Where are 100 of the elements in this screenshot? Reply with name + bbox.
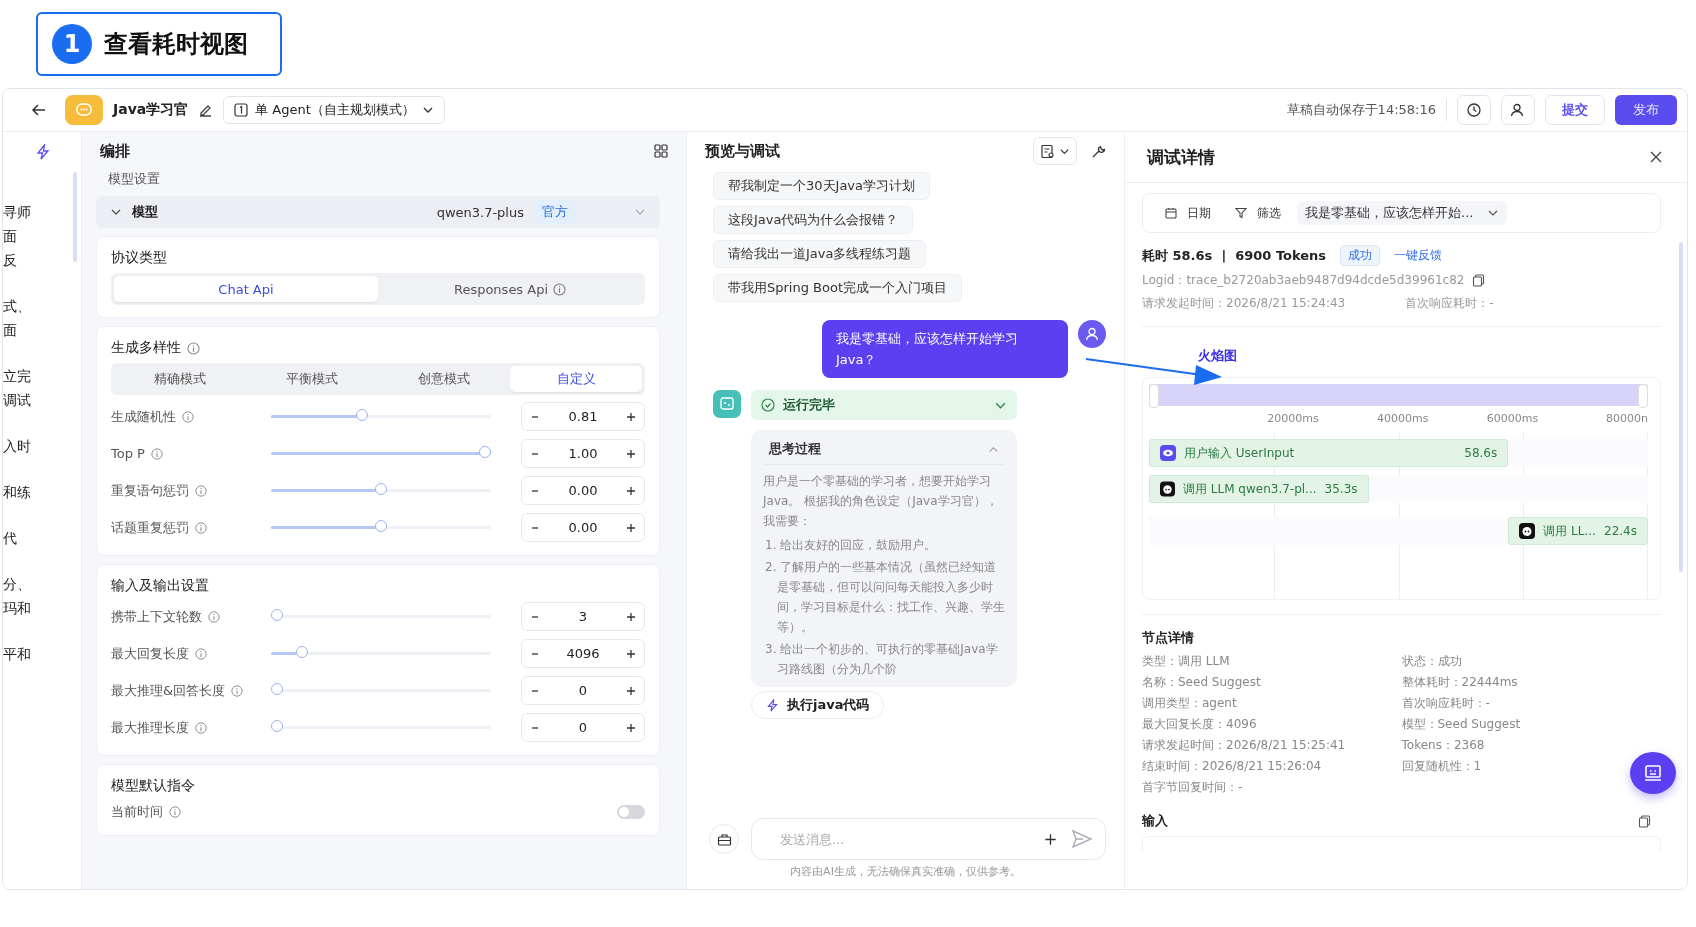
plus-icon[interactable] xyxy=(626,411,636,422)
sidebar-text: 分、 xyxy=(3,575,31,594)
number-stepper[interactable]: 0 xyxy=(521,676,645,705)
slider-label: 最大回复长度 xyxy=(111,644,189,663)
mode-tab[interactable]: 自定义 xyxy=(510,366,642,392)
detail-text: 首字节回复时间：- xyxy=(1142,779,1243,796)
autosave-text: 草稿自动保存于14:58:16 xyxy=(1286,101,1436,119)
slider-thumb[interactable] xyxy=(271,683,283,695)
suggestion-chip[interactable]: 带我用Spring Boot完成一个入门项目 xyxy=(713,274,962,302)
plus-icon[interactable] xyxy=(626,611,636,622)
slider-label: 话题重复惩罚 xyxy=(111,518,189,537)
toolbox-icon xyxy=(716,831,732,847)
mode-tab[interactable]: 平衡模式 xyxy=(246,366,378,392)
run-code-button[interactable]: 执行java代码 xyxy=(751,691,885,719)
sidebar-text: 代 xyxy=(3,529,18,548)
mode-tab[interactable]: 创意模式 xyxy=(378,366,510,392)
publish-button[interactable]: 发布 xyxy=(1615,95,1677,125)
detail-text: 整体耗时：22444ms xyxy=(1401,674,1518,691)
slider-thumb[interactable] xyxy=(295,646,308,658)
disclaimer-text: 内容由AI生成，无法确保真实准确，仅供参考。 xyxy=(789,864,1022,879)
number-stepper[interactable]: 0.81 xyxy=(521,402,645,431)
status-badge: 成功 xyxy=(1340,245,1381,266)
calendar-icon xyxy=(1165,207,1177,219)
range-handle[interactable] xyxy=(1638,384,1648,408)
info-icon xyxy=(195,521,207,534)
model-selector[interactable]: 模型 qwen3.7-plus 官方 xyxy=(96,196,660,228)
number-stepper[interactable]: 0.00 xyxy=(521,476,645,505)
view-dropdown-button[interactable] xyxy=(1033,137,1077,165)
close-icon[interactable] xyxy=(1649,150,1663,164)
toggle-switch[interactable] xyxy=(617,805,645,819)
feedback-link[interactable]: 一键反馈 xyxy=(1394,247,1443,264)
info-icon xyxy=(208,610,220,623)
slider-thumb[interactable] xyxy=(375,520,387,532)
toggle-label: 当前时间 xyxy=(111,803,163,821)
number-stepper[interactable]: 3 xyxy=(521,602,645,631)
slider-thumb[interactable] xyxy=(375,483,387,495)
sidebar-text: 立完 xyxy=(3,367,31,386)
flame-graph-tab[interactable]: 火焰图 xyxy=(1198,347,1237,365)
copy-icon[interactable] xyxy=(1472,274,1486,287)
slider-thumb[interactable] xyxy=(271,609,283,621)
plus-icon[interactable] xyxy=(626,485,636,496)
mode-selector[interactable]: 单 Agent（自主规划模式） xyxy=(223,96,445,124)
axis-label: 60000ms xyxy=(1485,411,1539,427)
lightning-icon[interactable] xyxy=(35,144,51,160)
logid-text: Logid：trace_b2720ab3aeb9487d94dcde5d39961c82 xyxy=(1142,272,1465,289)
slider-label: Top P xyxy=(111,446,145,461)
detail-text: 模型：Seed Suggest xyxy=(1401,716,1521,733)
filter-button[interactable]: 筛选 xyxy=(1227,204,1289,222)
thinking-header[interactable]: 思考过程 xyxy=(763,436,1005,465)
flame-span[interactable]: 调用 LL... 22.4s xyxy=(1508,517,1648,545)
user-settings-button[interactable] xyxy=(1501,95,1535,125)
message-text-input[interactable]: 发送消息... xyxy=(778,830,1030,848)
info-icon xyxy=(150,447,163,460)
plus-icon[interactable] xyxy=(1044,832,1057,846)
callout-title: 查看耗时视图 xyxy=(104,29,248,60)
mode-tab[interactable]: 精确模式 xyxy=(114,366,246,392)
submit-button[interactable]: 提交 xyxy=(1545,95,1605,125)
range-handle[interactable] xyxy=(1149,384,1159,408)
detail-text: 类型：调用 LLM xyxy=(1142,653,1230,670)
detail-text: 调用类型：agent xyxy=(1142,695,1237,712)
message-input[interactable]: 发送消息... xyxy=(751,818,1106,860)
slider-label: 最大推理长度 xyxy=(111,718,189,737)
flame-span[interactable]: 调用 LLM qwen3.7-pl... 35.3s xyxy=(1149,475,1369,503)
slider-thumb[interactable] xyxy=(271,720,283,732)
number-stepper[interactable]: 1.00 xyxy=(521,439,645,468)
flame-span[interactable]: 用户输入 UserInput 58.6s xyxy=(1149,439,1509,467)
slider-thumb[interactable] xyxy=(479,446,491,458)
suggestion-chip[interactable]: 帮我制定一个30天Java学习计划 xyxy=(713,172,930,200)
info-icon xyxy=(169,806,181,818)
plus-icon[interactable] xyxy=(626,648,636,659)
number-stepper[interactable]: 4096 xyxy=(521,639,645,668)
sidebar-text: 式、 xyxy=(3,297,31,316)
meta-text: 请求发起时间：2026/8/21 15:24:43 xyxy=(1142,295,1346,312)
section-title: 节点详情 xyxy=(1142,629,1195,647)
slider-thumb[interactable] xyxy=(356,409,369,421)
plus-icon[interactable] xyxy=(626,522,636,533)
plus-icon[interactable] xyxy=(626,722,636,733)
wrench-icon[interactable] xyxy=(1091,143,1106,159)
grid-icon[interactable] xyxy=(654,144,668,158)
robot-icon xyxy=(1519,523,1536,539)
history-button[interactable] xyxy=(1457,95,1491,125)
suggestion-chip[interactable]: 这段Java代码为什么会报错？ xyxy=(713,206,914,234)
slider-label: 重复语句惩罚 xyxy=(111,481,189,500)
number-stepper[interactable]: 0 xyxy=(521,713,645,742)
agent-name: Java学习官 xyxy=(113,101,189,119)
sidebar-text: 寻师 xyxy=(3,203,31,222)
panel-title: 编排 xyxy=(100,141,130,161)
run-status-bar[interactable]: 运行完毕 xyxy=(751,390,1017,420)
copy-icon[interactable] xyxy=(1638,814,1651,828)
protocol-tab[interactable]: Responses Api xyxy=(378,276,642,302)
protocol-tab[interactable]: Chat Api xyxy=(114,276,378,302)
plus-icon[interactable] xyxy=(626,685,636,696)
suggestion-chip[interactable]: 请给我出一道Java多线程练习题 xyxy=(713,240,927,268)
date-filter[interactable]: 日期 xyxy=(1157,204,1219,222)
clock-icon xyxy=(1466,102,1482,118)
toolbox-button[interactable] xyxy=(709,824,739,854)
number-stepper[interactable]: 0.00 xyxy=(521,513,645,542)
range-slider[interactable] xyxy=(1149,384,1648,406)
query-select[interactable]: 我是零基础，应该怎样开始... xyxy=(1297,201,1508,225)
plus-icon[interactable] xyxy=(626,448,636,459)
